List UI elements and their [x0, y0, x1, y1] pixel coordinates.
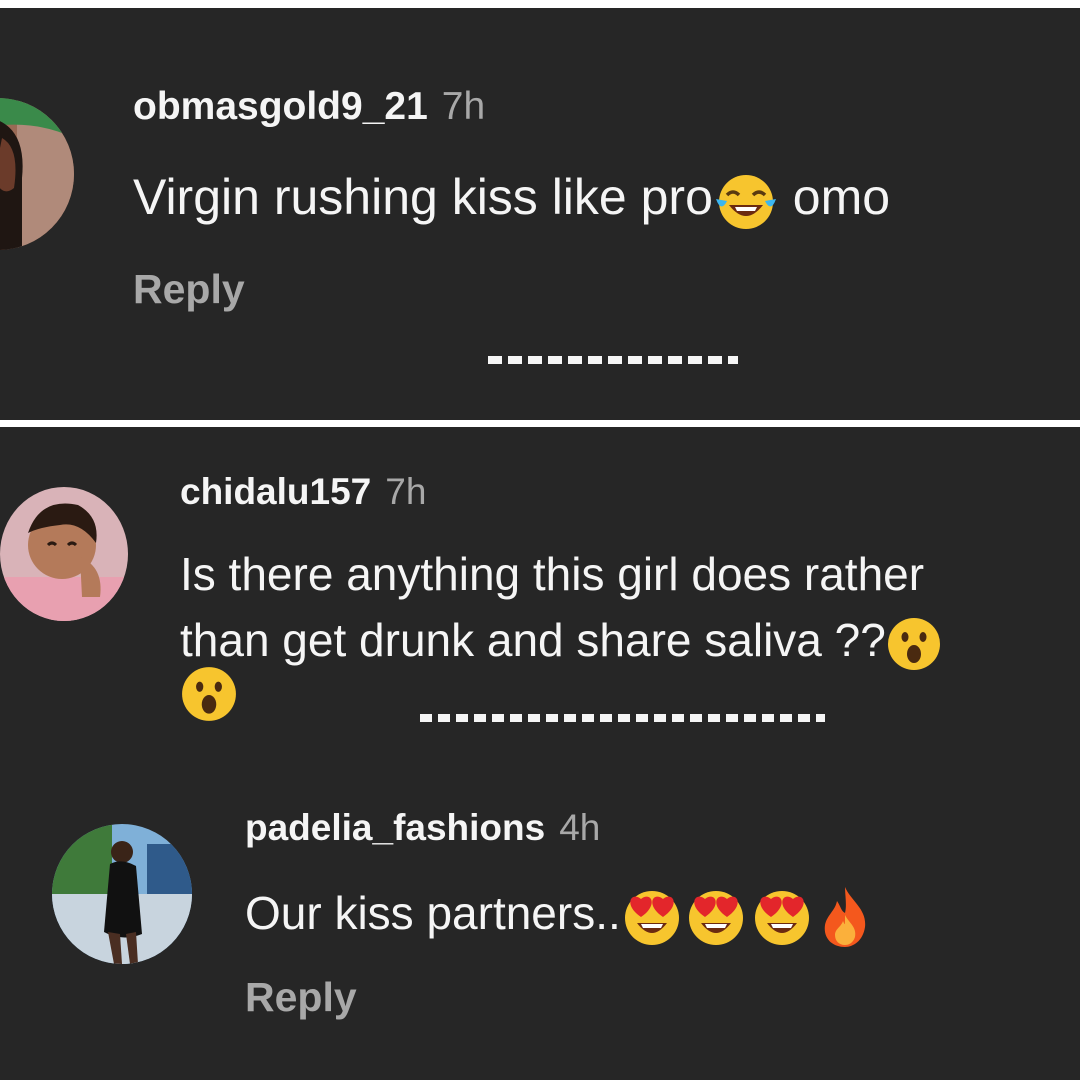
heart-eyes-emoji [749, 887, 815, 947]
timestamp: 4h [559, 807, 601, 848]
comment-text-line-3 [180, 665, 238, 723]
username[interactable]: padelia_fashions [245, 807, 545, 848]
comment-meta: chidalu157 7h [180, 471, 426, 513]
heart-eyes-emoji [621, 887, 683, 947]
timestamp: 7h [385, 471, 427, 512]
username[interactable]: obmasgold9_21 [133, 85, 428, 128]
open-mouth-emoji [180, 665, 238, 723]
comment-panel-top: obmasgold9_21 7h Virgin rushing kiss like… [0, 8, 1080, 420]
comment-panel-bottom: chidalu157 7h Is there anything this girl… [0, 427, 1080, 1080]
avatar[interactable] [0, 487, 128, 621]
avatar[interactable] [0, 98, 74, 250]
comment-text: Our kiss partners.. [245, 885, 875, 949]
comment-meta: obmasgold9_21 7h [133, 85, 485, 129]
reply-button[interactable]: Reply [133, 266, 245, 313]
comment-text-line-2: than get drunk and share saliva ?? [180, 613, 942, 672]
comment-meta: padelia_fashions 4h [245, 807, 600, 849]
avatar[interactable] [52, 824, 192, 964]
view-replies-fragment [420, 710, 825, 724]
open-mouth-emoji [886, 616, 942, 672]
tears-of-joy-emoji [713, 171, 779, 231]
view-comments-fragment [488, 338, 738, 370]
username[interactable]: chidalu157 [180, 471, 371, 512]
fire-emoji [815, 885, 875, 949]
comment-text-line-1: Is there anything this girl does rather [180, 548, 925, 600]
timestamp: 7h [441, 85, 486, 128]
reply-button[interactable]: Reply [245, 974, 357, 1021]
comment-text: Virgin rushing kiss like pro omo [133, 168, 890, 231]
heart-eyes-emoji [683, 887, 749, 947]
